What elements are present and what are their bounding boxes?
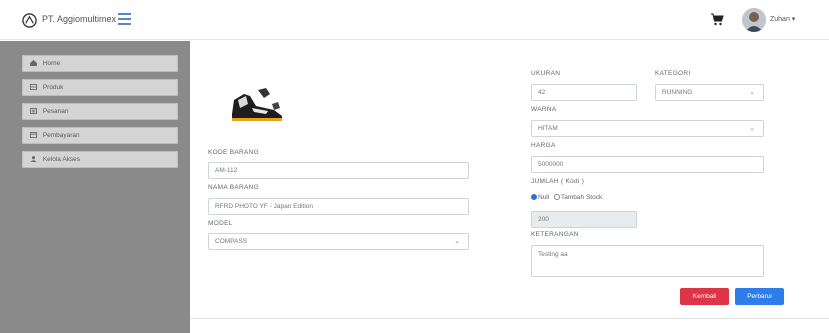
warna-select[interactable]: HITAM ⌄	[531, 120, 764, 137]
payment-icon	[30, 132, 37, 138]
sidebar-item-label: Pembayaran	[42, 132, 80, 139]
product-image	[232, 88, 282, 121]
keterangan-textarea[interactable]: Testing aa	[531, 245, 764, 277]
kategori-select[interactable]: RUNNING ⌄	[655, 84, 764, 101]
home-icon	[30, 60, 37, 66]
warna-label: WARNA	[531, 106, 557, 113]
nama-barang-value: RFRD PHOTO YF - Japan Edition	[215, 203, 314, 210]
ukuran-label: UKURAN	[531, 70, 561, 77]
logo-icon	[22, 13, 37, 28]
kode-barang-label: KODE BARANG	[208, 149, 259, 156]
brand-name[interactable]: PT. Aggiomultimex	[42, 14, 116, 24]
harga-value: 5000000	[538, 161, 564, 168]
keterangan-label: KETERANGAN	[531, 231, 579, 238]
sidebar-item-label: Home	[42, 60, 61, 67]
order-icon	[30, 108, 37, 114]
radio-null-label[interactable]: Null	[538, 194, 549, 201]
user-icon	[30, 156, 37, 162]
harga-label: HARGA	[531, 142, 556, 149]
radio-tambah-stock[interactable]	[554, 194, 561, 200]
back-button[interactable]: Kembali	[680, 288, 729, 305]
jumlah-input[interactable]: 200	[531, 211, 637, 228]
update-button[interactable]: Perbarui	[735, 288, 784, 305]
radio-tambah-stock-label[interactable]: Tambah Stock	[561, 194, 602, 201]
user-menu-toggle[interactable]: Zuhan ▾	[770, 15, 795, 23]
sidebar-item-label: Pesanan	[42, 108, 69, 115]
ukuran-value: 42	[538, 89, 546, 96]
ukuran-input[interactable]: 42	[531, 84, 637, 101]
sidebar-item-pesanan[interactable]: Pesanan	[22, 103, 178, 120]
kategori-value: RUNNING	[662, 89, 693, 96]
sidebar-item-pembayaran[interactable]: Pembayaran	[22, 127, 178, 144]
user-avatar[interactable]	[742, 8, 766, 32]
model-label: MODEL	[208, 220, 233, 227]
product-icon	[30, 84, 37, 90]
model-select[interactable]: COMPASS ⌄	[208, 233, 469, 250]
model-value: COMPASS	[215, 238, 248, 245]
top-navbar: PT. Aggiomultimex Zuhan ▾	[0, 0, 829, 40]
footer-divider	[190, 318, 829, 319]
nama-barang-label: NAMA BARANG	[208, 184, 259, 191]
sidebar-item-label: Produk	[42, 84, 64, 91]
chevron-down-icon: ⌄	[749, 89, 755, 96]
jumlah-value: 200	[538, 216, 549, 223]
sidebar-item-kelola-akses[interactable]: Kelola Akses	[22, 151, 178, 168]
kode-barang-value: AM-112	[215, 167, 238, 174]
jumlah-radio-group: Null Tambah Stock	[531, 194, 602, 201]
nama-barang-input[interactable]: RFRD PHOTO YF - Japan Edition	[208, 198, 469, 215]
warna-value: HITAM	[538, 125, 558, 132]
sidebar-item-label: Kelola Akses	[42, 156, 81, 163]
sidebar-item-home[interactable]: Home	[22, 55, 178, 72]
chevron-down-icon: ⌄	[749, 125, 755, 132]
kategori-label: KATEGORI	[655, 70, 691, 77]
harga-input[interactable]: 5000000	[531, 156, 764, 173]
sidebar-item-produk[interactable]: Produk	[22, 79, 178, 96]
hamburger-icon[interactable]	[118, 13, 131, 25]
kode-barang-input[interactable]: AM-112	[208, 162, 469, 179]
radio-null[interactable]	[531, 194, 537, 200]
keterangan-value: Testing aa	[538, 251, 568, 258]
cart-icon[interactable]	[710, 13, 724, 26]
jumlah-label: JUMLAH ( Kodi )	[531, 178, 585, 185]
chevron-down-icon: ⌄	[454, 238, 460, 245]
